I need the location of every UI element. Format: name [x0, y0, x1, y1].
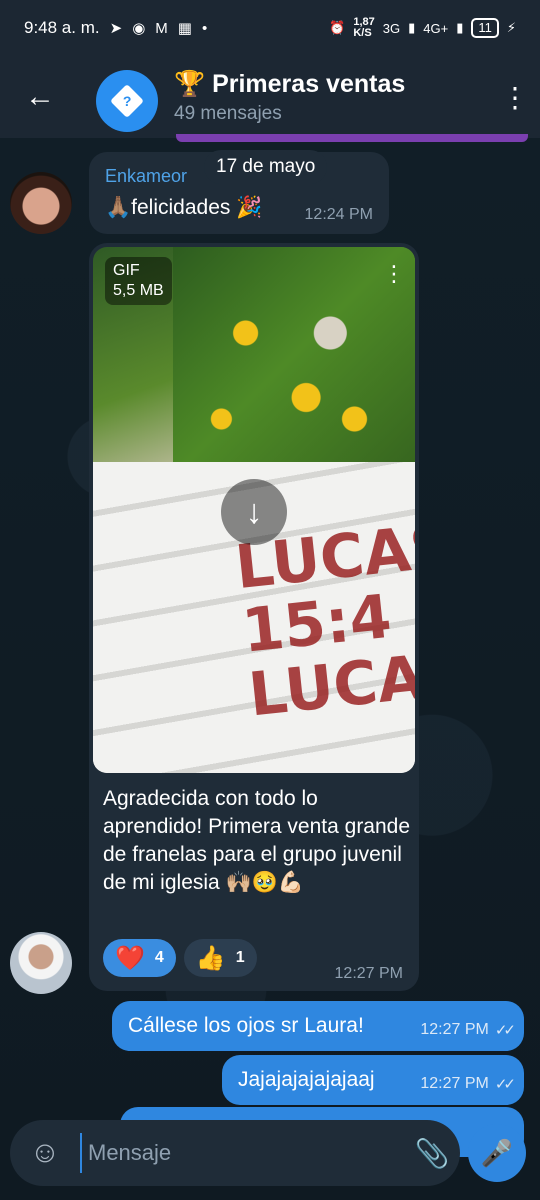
message-text: Agradecida con todo lo aprendido! Primer…	[103, 787, 411, 894]
message-text: 🙏🏽felicidades 🎉	[105, 196, 263, 219]
outgoing-message-bubble[interactable]: Jajajajajajajaaj 12:27 PM ✓✓	[222, 1055, 524, 1105]
shirt-print-text: LUCAS 15:4 LUCAS	[232, 510, 415, 731]
app-icon: ◉	[132, 20, 146, 37]
chat-header: ← ? 🏆 Primeras ventas 49 mensajes ⋮	[0, 56, 540, 138]
reaction-thumbs-up[interactable]: 👍 1	[183, 939, 257, 977]
more-notifications-icon: •	[201, 19, 208, 37]
network-4g: 4G+	[423, 20, 449, 36]
diamond-icon: ?	[122, 93, 132, 109]
sender-name[interactable]: Enkameor	[105, 166, 187, 187]
reactions: ❤️ 4 👍 1	[103, 939, 257, 977]
outgoing-message-bubble[interactable]: Cállese los ojos sr Laura! 12:27 PM ✓✓	[112, 1001, 524, 1051]
message-time: 12:27 PM	[420, 1021, 489, 1038]
telegram-icon: ➤	[109, 20, 123, 37]
avatar[interactable]	[10, 932, 72, 994]
reaction-count: 1	[235, 949, 245, 966]
back-arrow-icon[interactable]: ←	[0, 56, 80, 138]
gif-badge: GIF 5,5 MB	[105, 257, 172, 305]
double-check-icon: ✓✓	[494, 1022, 516, 1039]
media-menu-icon[interactable]: ⋮	[383, 261, 405, 287]
heart-icon: ❤️	[115, 944, 145, 972]
date-chip: 17 de mayo	[204, 150, 328, 184]
signal-icon: ▮	[408, 20, 416, 35]
calendar-icon: ▦	[177, 20, 192, 37]
message-input[interactable]	[80, 1133, 404, 1173]
chat-subtitle: 49 mensajes	[174, 102, 282, 124]
microphone-icon[interactable]: 🎤	[468, 1124, 526, 1182]
message-bubble[interactable]: LUCAS 15:4 LUCAS GIF 5,5 MB ⋮ ↓ Agradeci…	[89, 243, 419, 991]
double-check-icon: ✓✓	[494, 1076, 516, 1093]
reaction-count: 4	[154, 949, 164, 966]
signal-icon-2: ▮	[456, 20, 464, 35]
chat-title-area[interactable]: 🏆 Primeras ventas 49 mensajes	[174, 70, 405, 125]
gmail-icon: M	[155, 19, 168, 37]
avatar[interactable]	[10, 172, 72, 234]
reaction-heart[interactable]: ❤️ 4	[103, 939, 176, 977]
more-options-icon[interactable]: ⋮	[490, 56, 540, 138]
message-time: 12:24 PM	[304, 206, 373, 223]
download-icon[interactable]: ↓	[221, 479, 287, 545]
network-speed: 1,87 K/S	[353, 16, 375, 39]
network-3g: 3G	[382, 20, 401, 36]
thumbs-up-icon: 👍	[195, 944, 226, 972]
alarm-icon: ⏰	[329, 20, 346, 35]
message-text: Jajajajajajajaaj	[238, 1068, 375, 1091]
chat-title: 🏆 Primeras ventas	[174, 69, 406, 98]
attach-icon[interactable]: 📎	[404, 1120, 460, 1186]
message-composer: ☺ 📎	[10, 1120, 460, 1186]
gif-media[interactable]: LUCAS 15:4 LUCAS GIF 5,5 MB ⋮ ↓	[93, 247, 415, 773]
group-avatar[interactable]: ?	[96, 70, 158, 132]
battery-icon: 11	[471, 18, 499, 38]
message-time: 12:27 PM	[420, 1075, 489, 1092]
status-time: 9:48 a. m.	[24, 18, 100, 37]
pinned-bar[interactable]	[176, 134, 528, 142]
gif-preview-flowers	[173, 247, 415, 462]
charging-icon: ⚡	[506, 20, 516, 35]
status-bar: 9:48 a. m. ➤ ◉ M ▦ • ⏰ 1,87 K/S 3G ▮ 4G+…	[0, 0, 540, 56]
emoji-icon[interactable]: ☺	[10, 1120, 80, 1186]
message-text: Cállese los ojos sr Laura!	[128, 1014, 364, 1037]
message-time: 12:27 PM	[334, 965, 403, 982]
